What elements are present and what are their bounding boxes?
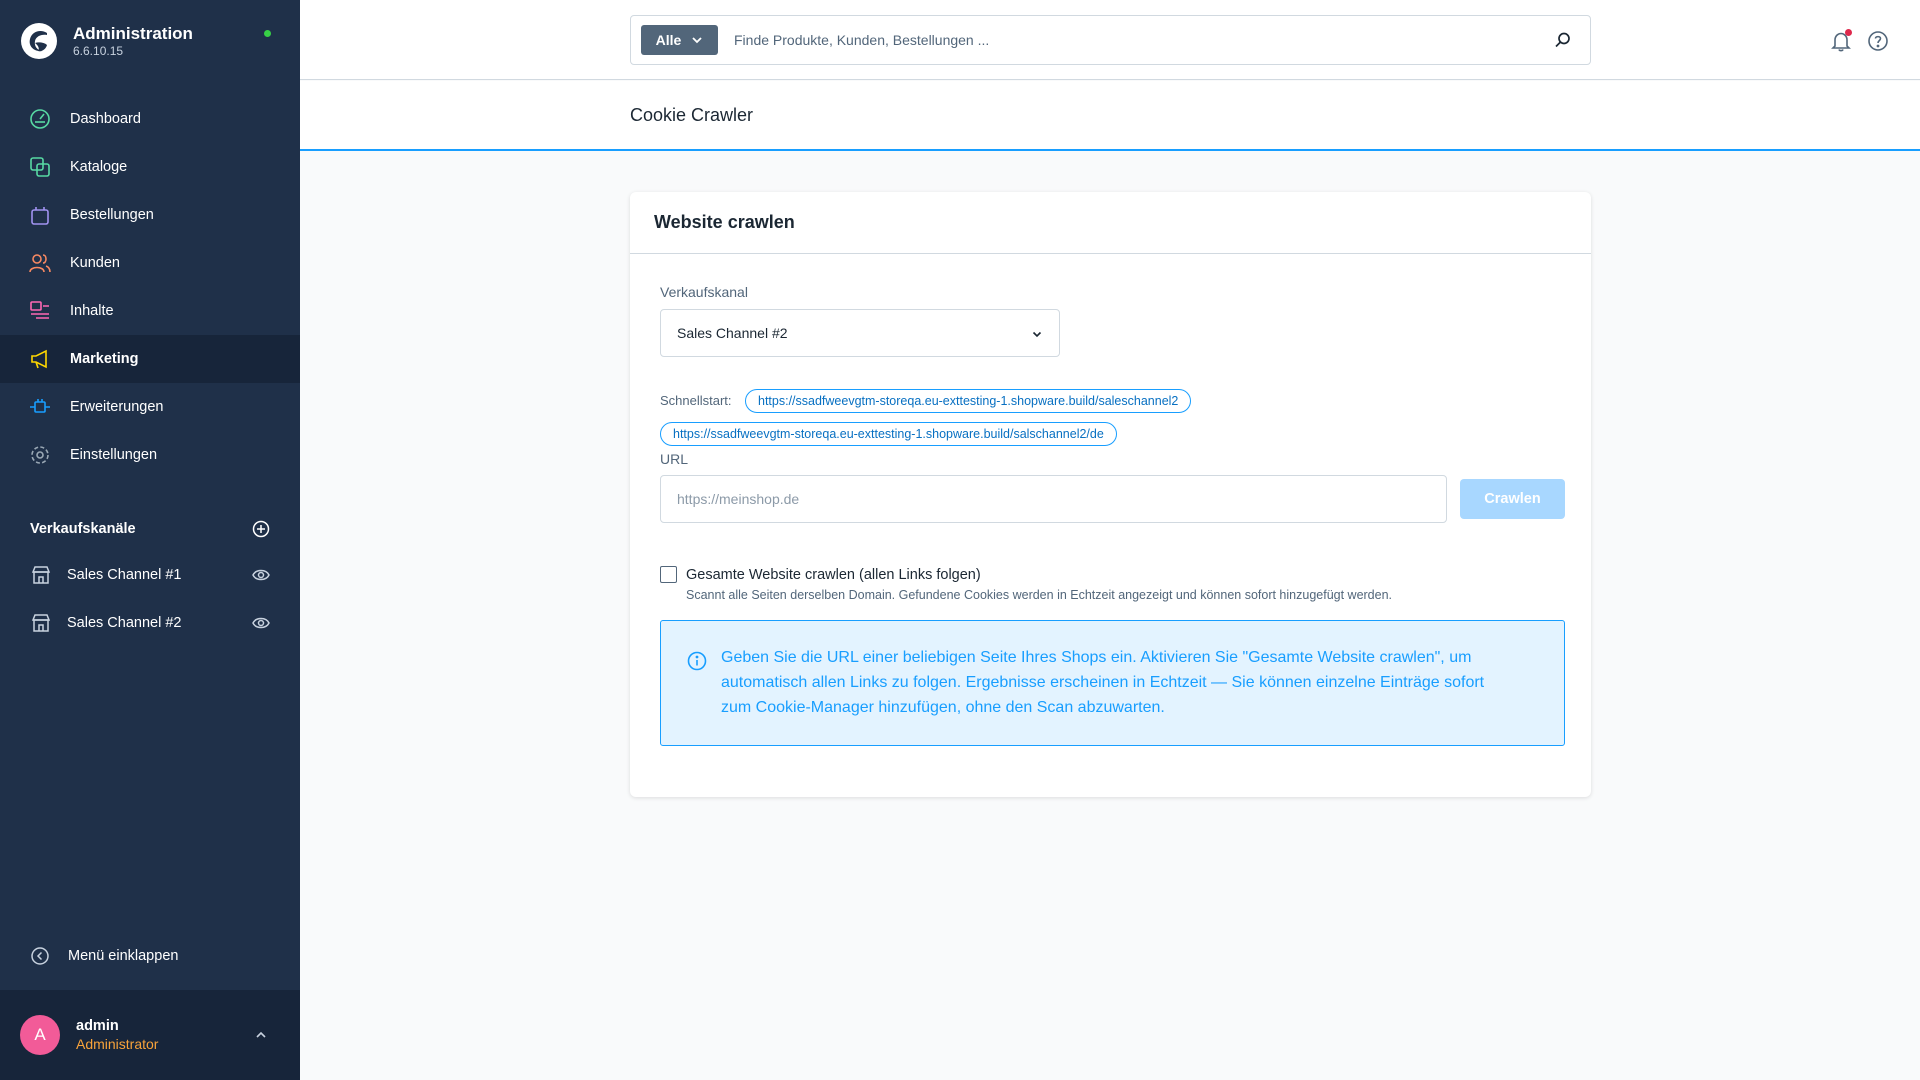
- catalog-icon: [29, 156, 51, 178]
- sidebar-item-label: Inhalte: [70, 303, 114, 319]
- collapse-menu-button[interactable]: Menü einklappen: [30, 946, 178, 966]
- sidebar-item-kataloge[interactable]: Kataloge: [0, 143, 300, 191]
- app-title: Administration: [73, 24, 193, 43]
- quickstart-link-1[interactable]: https://ssadfweevgtm-storeqa.eu-exttesti…: [745, 389, 1192, 413]
- sidebar-item-kunden[interactable]: Kunden: [0, 239, 300, 287]
- crawl-entire-site-label[interactable]: Gesamte Website crawlen (allen Links fol…: [686, 567, 981, 583]
- plug-icon: [29, 396, 51, 418]
- sales-channel-label: Sales Channel #2: [67, 615, 182, 631]
- chevron-down-icon: [1032, 331, 1042, 338]
- shopware-logo-icon: [21, 23, 57, 59]
- sales-channels-heading: Verkaufskanäle: [30, 520, 270, 538]
- sales-channels-title: Verkaufskanäle: [30, 521, 136, 537]
- global-search: Alle: [630, 15, 1591, 65]
- sales-channel-label: Sales Channel #1: [67, 567, 182, 583]
- sidebar-item-dashboard[interactable]: Dashboard: [0, 95, 300, 143]
- search-input[interactable]: [734, 32, 1554, 48]
- users-icon: [29, 252, 51, 274]
- status-indicator: [264, 30, 271, 37]
- crawl-entire-site-help: Scannt alle Seiten derselben Domain. Gef…: [686, 588, 1393, 602]
- sidebar-item-inhalte[interactable]: Inhalte: [0, 287, 300, 335]
- sales-channel-label: Verkaufskanal: [660, 284, 748, 300]
- page-title: Cookie Crawler: [630, 105, 754, 125]
- crawl-button[interactable]: Crawlen: [1460, 479, 1565, 519]
- search-icon[interactable]: [1554, 31, 1572, 49]
- add-sales-channel-icon[interactable]: [252, 520, 270, 538]
- sidebar: Administration 6.6.10.15 Dashboard Katal…: [0, 0, 300, 1080]
- main-nav: Dashboard Kataloge Bestellungen Kunden I…: [0, 95, 300, 479]
- storefront-icon: [30, 564, 52, 586]
- sidebar-item-label: Kataloge: [70, 159, 128, 175]
- quickstart-label: Schnellstart:: [660, 393, 732, 408]
- info-icon: [687, 651, 707, 671]
- sidebar-item-label: Kunden: [70, 255, 120, 271]
- url-label: URL: [660, 451, 689, 467]
- search-type-dropdown[interactable]: Alle: [641, 25, 718, 55]
- collapse-menu-label: Menü einklappen: [68, 948, 179, 964]
- chevron-down-icon: [692, 37, 702, 44]
- url-input[interactable]: [660, 475, 1447, 523]
- eye-icon[interactable]: [252, 614, 270, 632]
- avatar: A: [20, 1015, 60, 1055]
- chevron-up-icon[interactable]: [254, 1028, 268, 1042]
- user-name: admin: [76, 1018, 119, 1034]
- sidebar-item-label: Bestellungen: [70, 207, 154, 223]
- top-bar: Alle: [300, 0, 1920, 80]
- quickstart-link-2[interactable]: https://ssadfweevgtm-storeqa.eu-exttesti…: [660, 422, 1117, 446]
- chevron-left-circle-icon: [31, 947, 49, 965]
- storefront-icon: [30, 612, 52, 634]
- sidebar-item-marketing[interactable]: Marketing: [0, 335, 300, 383]
- page-header: Cookie Crawler: [300, 81, 1920, 151]
- sales-channel-item-1[interactable]: Sales Channel #1: [30, 560, 270, 590]
- info-alert: Geben Sie die URL einer beliebigen Seite…: [660, 620, 1565, 746]
- search-type-label: Alle: [655, 32, 682, 48]
- sidebar-item-label: Dashboard: [70, 111, 141, 127]
- help-icon[interactable]: [1867, 30, 1889, 52]
- sales-channel-select[interactable]: Sales Channel #2: [660, 309, 1060, 357]
- brand[interactable]: Administration 6.6.10.15: [20, 22, 193, 60]
- sidebar-item-label: Marketing: [70, 351, 139, 367]
- user-menu[interactable]: A admin Administrator: [0, 990, 300, 1080]
- user-role: Administrator: [76, 1036, 159, 1052]
- notification-badge: [1845, 29, 1852, 36]
- megaphone-icon: [29, 348, 51, 370]
- sidebar-item-einstellungen[interactable]: Einstellungen: [0, 431, 300, 479]
- sidebar-item-label: Erweiterungen: [70, 399, 164, 415]
- dashboard-icon: [29, 108, 51, 130]
- info-text: Geben Sie die URL einer beliebigen Seite…: [721, 649, 1485, 716]
- sidebar-item-bestellungen[interactable]: Bestellungen: [0, 191, 300, 239]
- sales-channel-item-2[interactable]: Sales Channel #2: [30, 608, 270, 638]
- eye-icon[interactable]: [252, 566, 270, 584]
- gear-icon: [29, 444, 51, 466]
- sidebar-item-erweiterungen[interactable]: Erweiterungen: [0, 383, 300, 431]
- sidebar-item-label: Einstellungen: [70, 447, 158, 463]
- app-version: 6.6.10.15: [73, 44, 124, 58]
- crawl-card: Website crawlen Verkaufskanal Sales Chan…: [630, 192, 1591, 797]
- crawl-entire-site-checkbox[interactable]: [660, 566, 677, 583]
- bag-icon: [29, 204, 51, 226]
- sales-channel-value: Sales Channel #2: [677, 325, 788, 341]
- card-title: Website crawlen: [630, 192, 1591, 254]
- content-icon: [29, 300, 51, 322]
